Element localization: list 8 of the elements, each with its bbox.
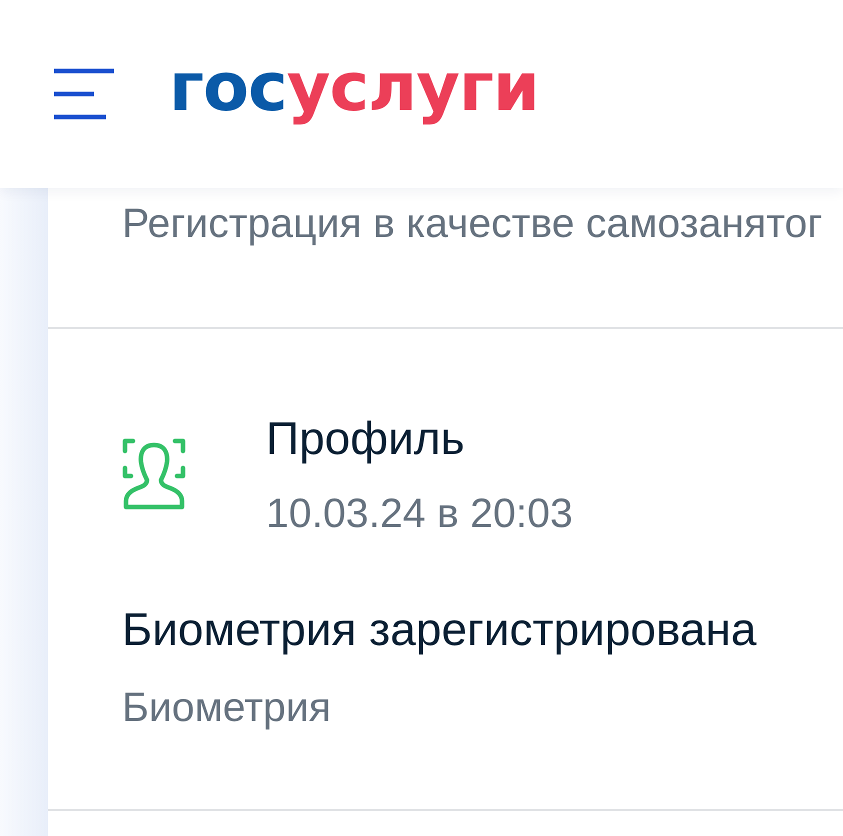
menu-icon xyxy=(54,68,114,120)
event-title: Биометрия зарегистрирована xyxy=(122,602,756,657)
menu-button[interactable] xyxy=(54,68,114,120)
service-name: Регистрация в качестве самозанятог xyxy=(122,199,822,248)
event-datetime: 10.03.24 в 20:03 xyxy=(266,489,573,538)
face-scan-icon xyxy=(122,438,186,510)
event-category: Биометрия xyxy=(122,683,331,732)
event-source: Профиль xyxy=(266,411,465,466)
